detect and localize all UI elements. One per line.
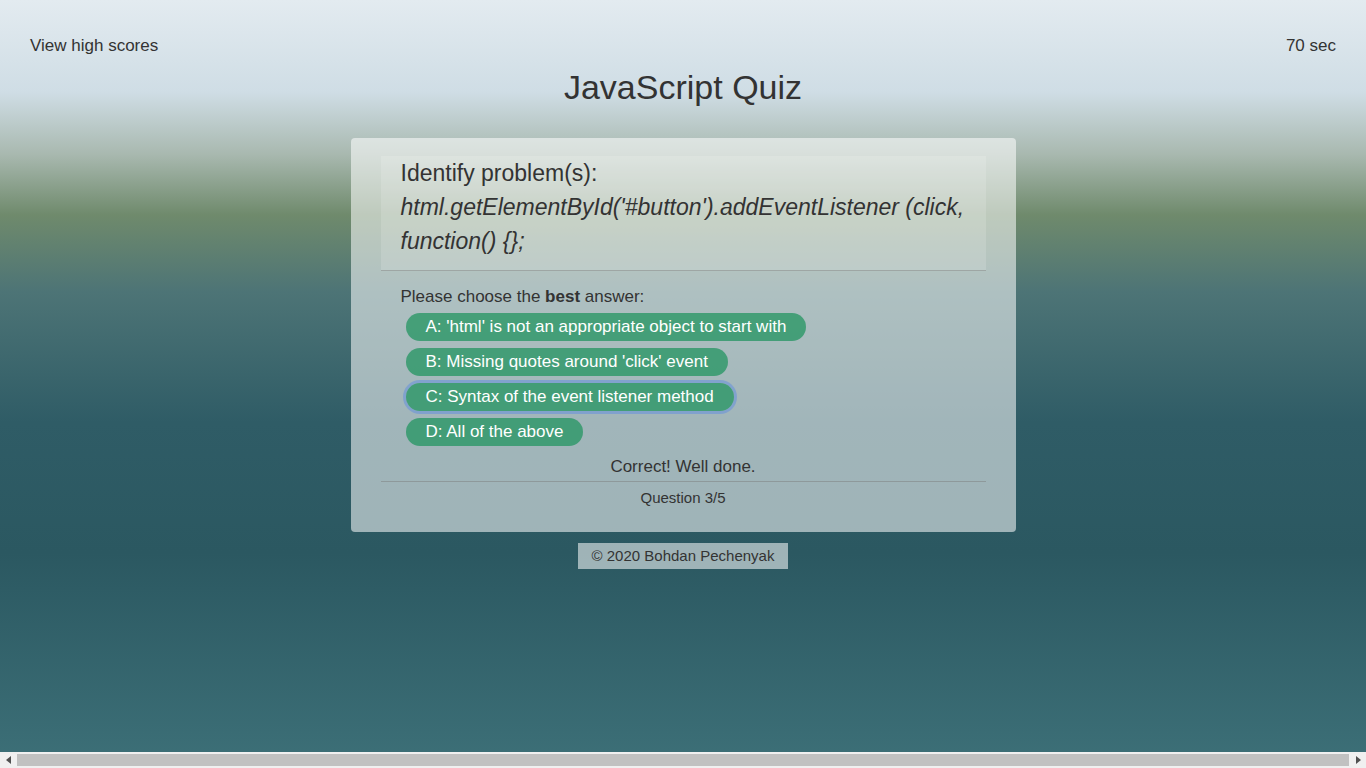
option-list: A: 'html' is not an appropriate object t… [406,313,966,446]
arrow-right-icon [1355,756,1361,764]
quiz-title: JavaScript Quiz [564,67,802,107]
option-button[interactable]: B: Missing quotes around 'click' event [406,348,728,376]
answer-prompt: Please choose the best answer: [401,286,966,308]
question-code: html.getElementById('#button').addEventL… [401,190,970,258]
copyright: © 2020 Bohdan Pechenyak [578,543,789,569]
top-bar: View high scores 70 sec [0,0,1366,56]
scroll-thumb[interactable] [17,754,1349,766]
scroll-left-button[interactable] [0,752,17,768]
page: View high scores 70 sec JavaScript Quiz Ide… [0,0,1366,768]
timer: 70 sec [1286,36,1336,56]
arrow-left-icon [6,756,12,764]
answer-section: Please choose the best answer: A: 'html' … [381,271,986,478]
option-button[interactable]: C: Syntax of the event listener method [406,383,734,411]
prompt-emphasis: best [545,287,580,306]
main: View high scores 70 sec JavaScript Quiz Ide… [0,0,1366,752]
scroll-right-button[interactable] [1349,752,1366,768]
horizontal-scrollbar[interactable] [0,752,1366,768]
question-title: Identify problem(s): [401,156,970,190]
option-button[interactable]: A: 'html' is not an appropriate object t… [406,313,807,341]
question-progress: Question 3/5 [381,481,986,508]
feedback: Correct! Well done. [401,456,966,478]
question-box: Identify problem(s):html.getElementById(… [381,156,986,271]
high-scores-link[interactable]: View high scores [30,36,158,56]
quiz-card: Identify problem(s):html.getElementById(… [351,138,1016,532]
option-button[interactable]: D: All of the above [406,418,584,446]
